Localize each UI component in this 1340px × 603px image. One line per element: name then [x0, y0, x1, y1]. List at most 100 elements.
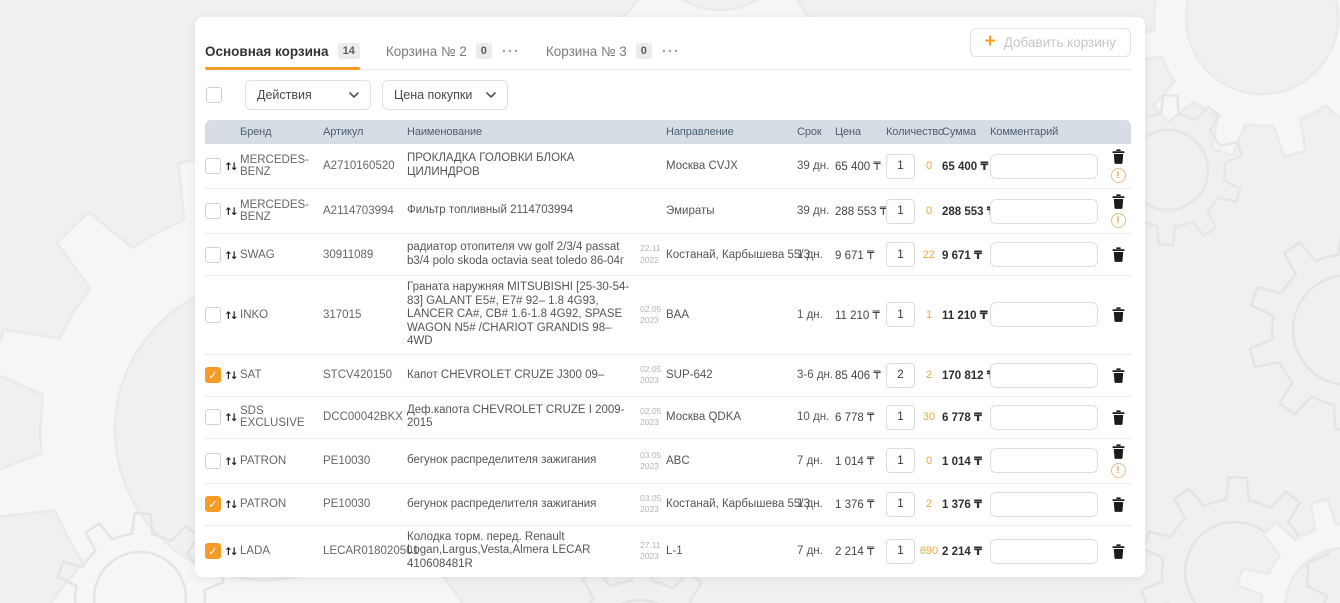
actions-dropdown[interactable]: Действия — [245, 80, 371, 110]
available-qty: 0 — [916, 205, 942, 217]
trash-icon[interactable] — [1112, 149, 1125, 164]
tab-main-cart[interactable]: Основная корзина 14 — [205, 43, 360, 69]
sum-cell: 9 671 ₸ — [942, 248, 990, 262]
tab-menu-icon[interactable]: ··· — [502, 44, 520, 69]
warning-icon: ! — [1111, 213, 1126, 228]
move-row-icon[interactable]: ↑↓ — [224, 206, 236, 218]
trash-icon[interactable] — [1112, 444, 1125, 459]
direction-cell: ABC — [666, 455, 797, 467]
direction-cell: Костанай, Карбышева 55/3 — [666, 249, 797, 261]
sum-cell: 1 014 ₸ — [942, 454, 990, 468]
quantity-input[interactable] — [886, 154, 915, 179]
quantity-input[interactable] — [886, 242, 915, 267]
row-checkbox[interactable]: ✓ — [205, 367, 221, 383]
price-cell: 11 210 ₸ — [835, 308, 886, 322]
price-cell: 1 376 ₸ — [835, 497, 886, 511]
move-row-icon[interactable]: ↑↓ — [224, 546, 236, 558]
article-cell: LECAR018020501 — [323, 545, 407, 557]
comment-input[interactable] — [990, 405, 1098, 430]
row-checkbox[interactable] — [205, 409, 221, 425]
move-row-icon[interactable]: ↑↓ — [224, 412, 236, 424]
trash-icon[interactable] — [1112, 194, 1125, 209]
header-direction: Направление — [666, 126, 797, 138]
trash-icon[interactable] — [1112, 307, 1125, 322]
brand-cell: LADA — [240, 545, 323, 557]
article-cell: DCC00042BKX — [323, 411, 407, 423]
header-sum: Сумма — [942, 126, 990, 138]
move-row-icon[interactable]: ↑↓ — [224, 456, 236, 468]
move-row-icon[interactable]: ↑↓ — [224, 161, 236, 173]
select-all-checkbox[interactable] — [206, 87, 222, 103]
comment-input[interactable] — [990, 448, 1098, 473]
quantity-input[interactable] — [886, 199, 915, 224]
article-cell: STCV420150 — [323, 369, 407, 381]
date-cell: 02.052023 — [640, 406, 666, 428]
quantity-input[interactable] — [886, 448, 915, 473]
quantity-input[interactable] — [886, 302, 915, 327]
article-cell: A2114703994 — [323, 205, 407, 217]
sum-cell: 2 214 ₸ — [942, 544, 990, 558]
article-cell: A2710160520 — [323, 160, 407, 172]
price-type-dropdown[interactable]: Цена покупки — [382, 80, 508, 110]
available-qty: 2 — [916, 369, 942, 381]
tab-label: Корзина № 2 — [386, 44, 467, 59]
trash-icon[interactable] — [1112, 410, 1125, 425]
trash-icon[interactable] — [1112, 247, 1125, 262]
comment-input[interactable] — [990, 154, 1098, 179]
trash-icon[interactable] — [1112, 544, 1125, 559]
row-checkbox[interactable] — [205, 247, 221, 263]
brand-cell: PATRON — [240, 498, 323, 510]
table-row: ↑↓ MERCEDES-BENZ A2114703994 Фильтр топл… — [205, 188, 1131, 233]
brand-cell: PATRON — [240, 455, 323, 467]
term-cell: 7 дн. — [797, 545, 835, 557]
available-qty: 1 — [916, 309, 942, 321]
date-cell: 02.052023 — [640, 304, 666, 326]
price-cell: 1 014 ₸ — [835, 454, 886, 468]
comment-input[interactable] — [990, 539, 1098, 564]
comment-input[interactable] — [990, 302, 1098, 327]
tab-cart-2[interactable]: Корзина № 2 0 — [386, 43, 492, 69]
comment-input[interactable] — [990, 242, 1098, 267]
comment-input[interactable] — [990, 363, 1098, 388]
quantity-input[interactable] — [886, 363, 915, 388]
row-checkbox[interactable] — [205, 453, 221, 469]
sum-cell: 288 553 ₸ — [942, 204, 990, 218]
quantity-input[interactable] — [886, 539, 915, 564]
trash-icon[interactable] — [1112, 368, 1125, 383]
comment-input[interactable] — [990, 492, 1098, 517]
name-cell: Фильтр топливный 2114703994 — [407, 204, 640, 218]
row-checkbox[interactable] — [205, 307, 221, 323]
article-cell: PE10030 — [323, 498, 407, 510]
name-cell: ПРОКЛАДКА ГОЛОВКИ БЛОКА ЦИЛИНДРОВ — [407, 152, 640, 179]
name-cell: Колодка торм. перед. Renault Logan,Largu… — [407, 531, 640, 572]
header-brand: Бренд — [240, 126, 323, 138]
header-price: Цена — [835, 126, 886, 138]
move-row-icon[interactable]: ↑↓ — [224, 250, 236, 262]
quantity-input[interactable] — [886, 405, 915, 430]
row-checkbox[interactable]: ✓ — [205, 543, 221, 559]
row-checkbox[interactable]: ✓ — [205, 496, 221, 512]
tab-cart-3[interactable]: Корзина № 3 0 — [546, 43, 652, 69]
move-row-icon[interactable]: ↑↓ — [224, 499, 236, 511]
comment-input[interactable] — [990, 199, 1098, 224]
tab-menu-icon[interactable]: ··· — [662, 44, 680, 69]
available-qty: 0 — [916, 455, 942, 467]
sum-cell: 1 376 ₸ — [942, 497, 990, 511]
chevron-down-icon — [486, 92, 496, 98]
row-checkbox[interactable] — [205, 203, 221, 219]
row-checkbox[interactable] — [205, 158, 221, 174]
trash-icon[interactable] — [1112, 497, 1125, 512]
warning-icon: ! — [1111, 168, 1126, 183]
term-cell: 1 дн. — [797, 498, 835, 510]
tab-label: Корзина № 3 — [546, 44, 627, 59]
add-cart-button[interactable]: + Добавить корзину — [970, 28, 1131, 57]
brand-cell: SDS EXCLUSIVE — [240, 405, 323, 429]
date-cell: 22.112022 — [640, 243, 666, 265]
quantity-input[interactable] — [886, 492, 915, 517]
move-row-icon[interactable]: ↑↓ — [224, 370, 236, 382]
available-qty: 690 — [916, 545, 942, 557]
move-row-icon[interactable]: ↑↓ — [224, 310, 236, 322]
date-cell: 03.052023 — [640, 493, 666, 515]
price-cell: 2 214 ₸ — [835, 544, 886, 558]
header-term: Срок — [797, 126, 835, 138]
